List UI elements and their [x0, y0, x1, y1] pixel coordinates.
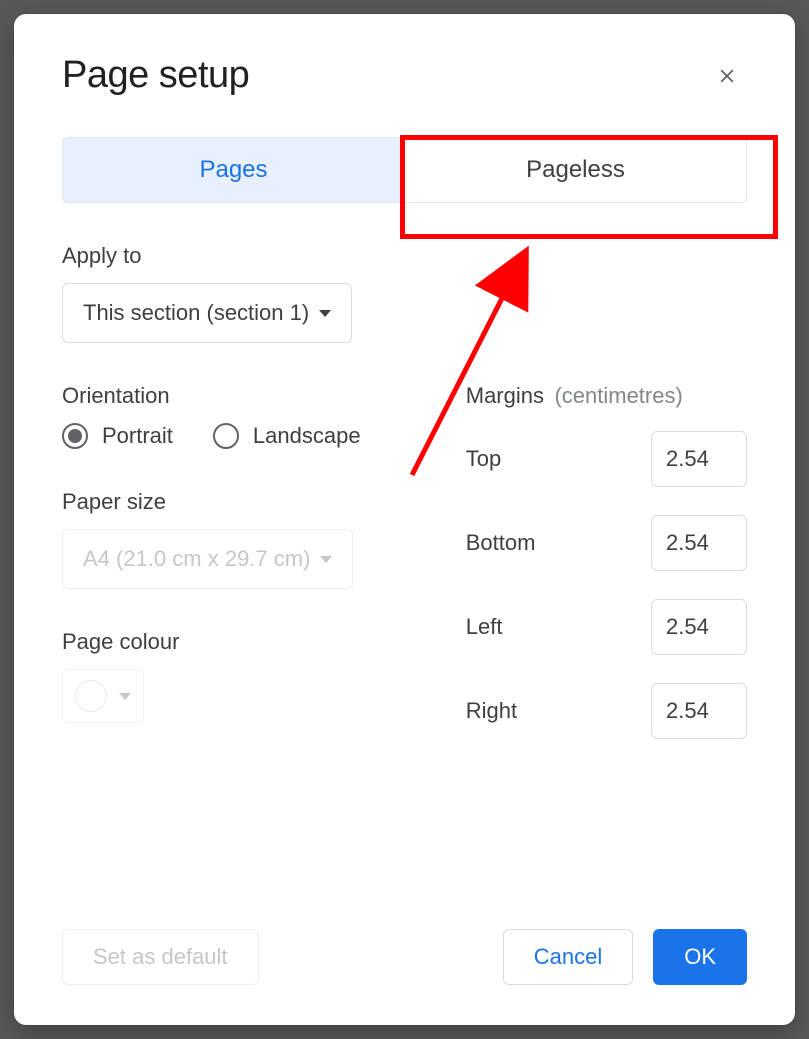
- paper-size-label: Paper size: [62, 489, 406, 515]
- margin-right-label: Right: [466, 698, 517, 724]
- close-icon: [716, 65, 738, 87]
- orientation-radio-group: Portrait Landscape: [62, 423, 406, 449]
- ok-button[interactable]: OK: [653, 929, 747, 985]
- caret-down-icon: [319, 310, 331, 317]
- margin-bottom-input[interactable]: [651, 515, 747, 571]
- orientation-landscape[interactable]: Landscape: [213, 423, 361, 449]
- margins-label: Margins: [466, 383, 544, 408]
- apply-to-value: This section (section 1): [83, 300, 309, 326]
- set-as-default-button[interactable]: Set as default: [62, 929, 259, 985]
- paper-size-value: A4 (21.0 cm x 29.7 cm): [83, 546, 310, 572]
- margin-top-input[interactable]: [651, 431, 747, 487]
- orientation-label: Orientation: [62, 383, 406, 409]
- mode-tabs: Pages Pageless: [62, 137, 747, 203]
- radio-circle-icon: [213, 423, 239, 449]
- colour-swatch-icon: [75, 680, 107, 712]
- page-setup-dialog: Page setup Pages Pageless Apply to This …: [14, 14, 795, 1025]
- caret-down-icon: [320, 556, 332, 563]
- orientation-landscape-label: Landscape: [253, 423, 361, 449]
- cancel-button[interactable]: Cancel: [503, 929, 633, 985]
- paper-size-select[interactable]: A4 (21.0 cm x 29.7 cm): [62, 529, 353, 589]
- orientation-portrait-label: Portrait: [102, 423, 173, 449]
- margin-top-label: Top: [466, 446, 501, 472]
- margin-right-input[interactable]: [651, 683, 747, 739]
- margins-units: (centimetres): [554, 383, 682, 408]
- tab-pages[interactable]: Pages: [62, 137, 404, 203]
- margin-bottom-label: Bottom: [466, 530, 536, 556]
- caret-down-icon: [119, 693, 131, 700]
- radio-dot-icon: [62, 423, 88, 449]
- dialog-title: Page setup: [62, 54, 249, 97]
- page-colour-label: Page colour: [62, 629, 406, 655]
- tab-pageless[interactable]: Pageless: [404, 137, 747, 203]
- close-button[interactable]: [707, 56, 747, 96]
- apply-to-label: Apply to: [62, 243, 747, 269]
- page-colour-picker[interactable]: [62, 669, 144, 723]
- orientation-portrait[interactable]: Portrait: [62, 423, 173, 449]
- margin-left-label: Left: [466, 614, 503, 640]
- margin-left-input[interactable]: [651, 599, 747, 655]
- dialog-footer: Set as default Cancel OK: [62, 929, 747, 985]
- apply-to-select[interactable]: This section (section 1): [62, 283, 352, 343]
